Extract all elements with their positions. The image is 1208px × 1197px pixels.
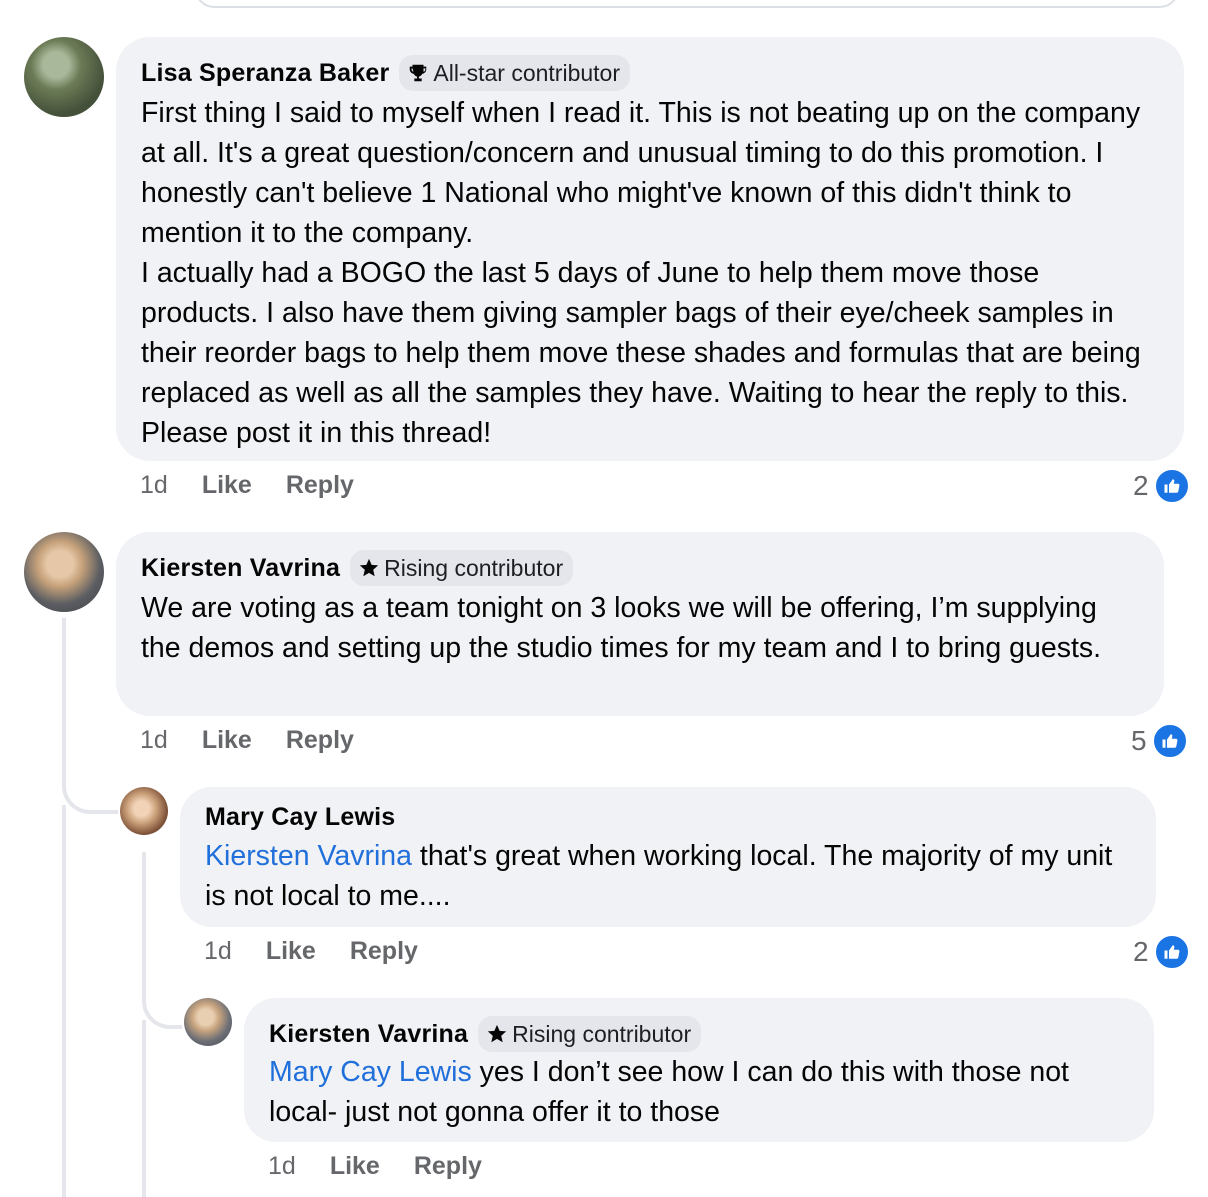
avatar[interactable] (120, 787, 168, 835)
thread-line (142, 1020, 146, 1197)
comment-text: Mary Cay Lewis yes I don’t see how I can… (269, 1052, 1134, 1132)
comment-author[interactable]: Lisa Speranza Baker (141, 59, 389, 88)
user-mention[interactable]: Mary Cay Lewis (269, 1056, 472, 1088)
comment-paragraph: First thing I said to myself when I read… (141, 97, 1141, 249)
comment-bubble: Kiersten Vavrina Rising contributor We a… (116, 532, 1164, 716)
comment-timestamp[interactable]: 1d (140, 726, 168, 755)
contributor-badge[interactable]: Rising contributor (478, 1016, 702, 1052)
comment-bubble: Lisa Speranza Baker All-star contributor… (116, 37, 1184, 461)
star-icon (359, 558, 379, 577)
thumbs-up-icon (1153, 934, 1190, 970)
comment-text: We are voting as a team tonight on 3 loo… (141, 592, 1102, 664)
comment-bubble: Mary Cay Lewis Kiersten Vavrina that's g… (180, 787, 1156, 927)
star-icon (487, 1024, 507, 1043)
reply-button[interactable]: Reply (286, 726, 354, 755)
user-mention[interactable]: Kiersten Vavrina (205, 840, 412, 872)
like-button[interactable]: Like (266, 937, 316, 966)
comment-paragraph: I actually had a BOGO the last 5 days of… (141, 257, 1141, 449)
reaction-summary[interactable]: 2 (1133, 468, 1190, 504)
thread-curve (142, 975, 182, 1029)
comment-timestamp[interactable]: 1d (140, 471, 168, 500)
reaction-summary[interactable]: 2 (1133, 934, 1190, 970)
comment-input-edge (195, 0, 1179, 8)
thumbs-up-icon (1153, 468, 1190, 504)
comment-actions: 1d Like Reply (204, 937, 452, 966)
comment-actions: 1d Like Reply (140, 471, 388, 500)
like-button[interactable]: Like (202, 726, 252, 755)
reply-button[interactable]: Reply (286, 471, 354, 500)
contributor-badge[interactable]: Rising contributor (350, 550, 574, 586)
reply-button[interactable]: Reply (414, 1152, 482, 1181)
thread-line (62, 618, 66, 778)
badge-label: Rising contributor (384, 554, 564, 581)
comment-author[interactable]: Kiersten Vavrina (141, 554, 340, 583)
reaction-summary[interactable]: 5 (1131, 723, 1188, 759)
thumbs-up-icon (1151, 723, 1188, 759)
like-button[interactable]: Like (330, 1152, 380, 1181)
badge-label: All-star contributor (433, 59, 620, 86)
badge-label: Rising contributor (512, 1020, 692, 1047)
comment-actions: 1d Like Reply (140, 726, 388, 755)
thread-line (62, 805, 66, 1197)
avatar[interactable] (184, 998, 232, 1046)
like-button[interactable]: Like (202, 471, 252, 500)
comment-author[interactable]: Mary Cay Lewis (205, 803, 395, 832)
comment-timestamp[interactable]: 1d (204, 937, 232, 966)
avatar[interactable] (24, 37, 104, 117)
thread-curve (62, 760, 118, 814)
avatar[interactable] (24, 532, 104, 612)
contributor-badge[interactable]: All-star contributor (399, 55, 630, 91)
reaction-count: 2 (1133, 470, 1149, 501)
comment-actions: 1d Like Reply (268, 1152, 516, 1181)
comment-timestamp[interactable]: 1d (268, 1152, 296, 1181)
comment-text: Kiersten Vavrina that's great when worki… (205, 836, 1132, 916)
thread-line (142, 852, 146, 987)
trophy-icon (410, 64, 427, 82)
reaction-count: 5 (1131, 725, 1147, 756)
comment-author[interactable]: Kiersten Vavrina (269, 1020, 468, 1049)
reaction-count: 2 (1133, 936, 1149, 967)
reply-button[interactable]: Reply (350, 937, 418, 966)
comment-bubble: Kiersten Vavrina Rising contributor Mary… (244, 998, 1154, 1142)
comment-text: First thing I said to myself when I read… (141, 93, 1160, 453)
